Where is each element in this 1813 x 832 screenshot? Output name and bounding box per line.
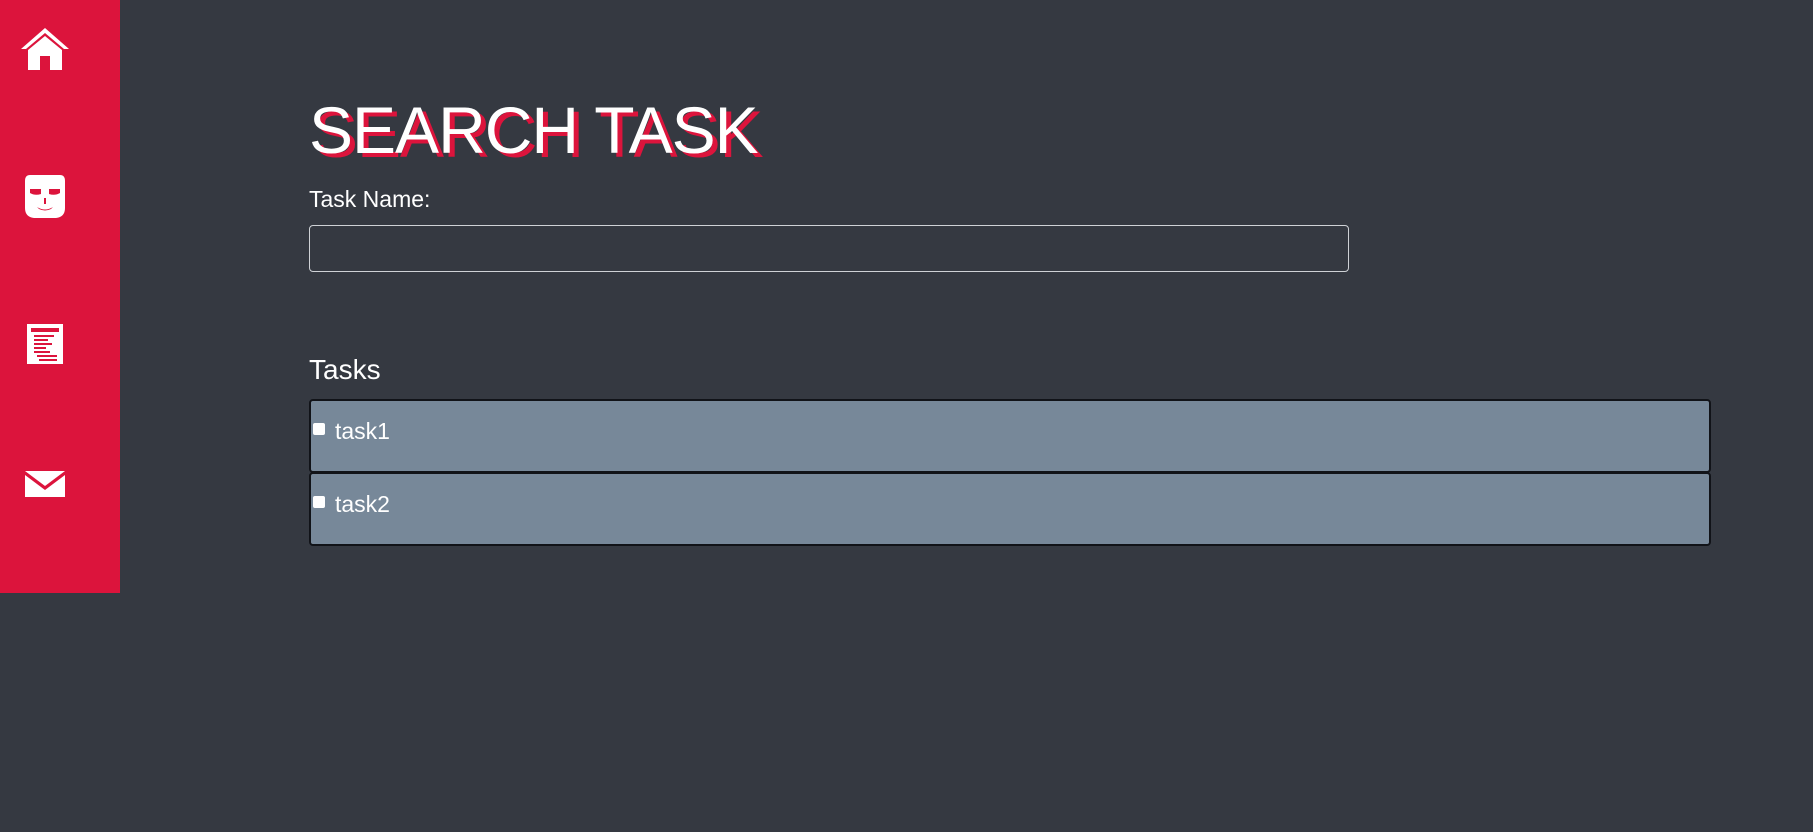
sidebar (0, 0, 120, 593)
task-name-label: Task Name: (309, 186, 431, 212)
mask-icon (25, 175, 65, 218)
task-checkbox[interactable] (313, 496, 325, 508)
mail-icon (25, 471, 65, 497)
task-name: task2 (335, 491, 390, 517)
page-title: SEARCH TASK (309, 93, 759, 167)
home-icon (21, 28, 69, 70)
nav-profile[interactable] (0, 166, 90, 226)
nav-home[interactable] (0, 19, 90, 79)
list-item: task2 (309, 472, 1711, 546)
task-checkbox[interactable] (313, 423, 325, 435)
task-list: task1 task2 (309, 399, 1711, 546)
nav-mail[interactable] (0, 454, 90, 514)
document-icon (27, 324, 63, 364)
tasks-heading: Tasks (309, 354, 381, 385)
list-item: task1 (309, 399, 1711, 473)
task-name-input[interactable] (309, 225, 1349, 272)
nav-tasks[interactable] (0, 314, 90, 374)
task-name: task1 (335, 418, 390, 444)
